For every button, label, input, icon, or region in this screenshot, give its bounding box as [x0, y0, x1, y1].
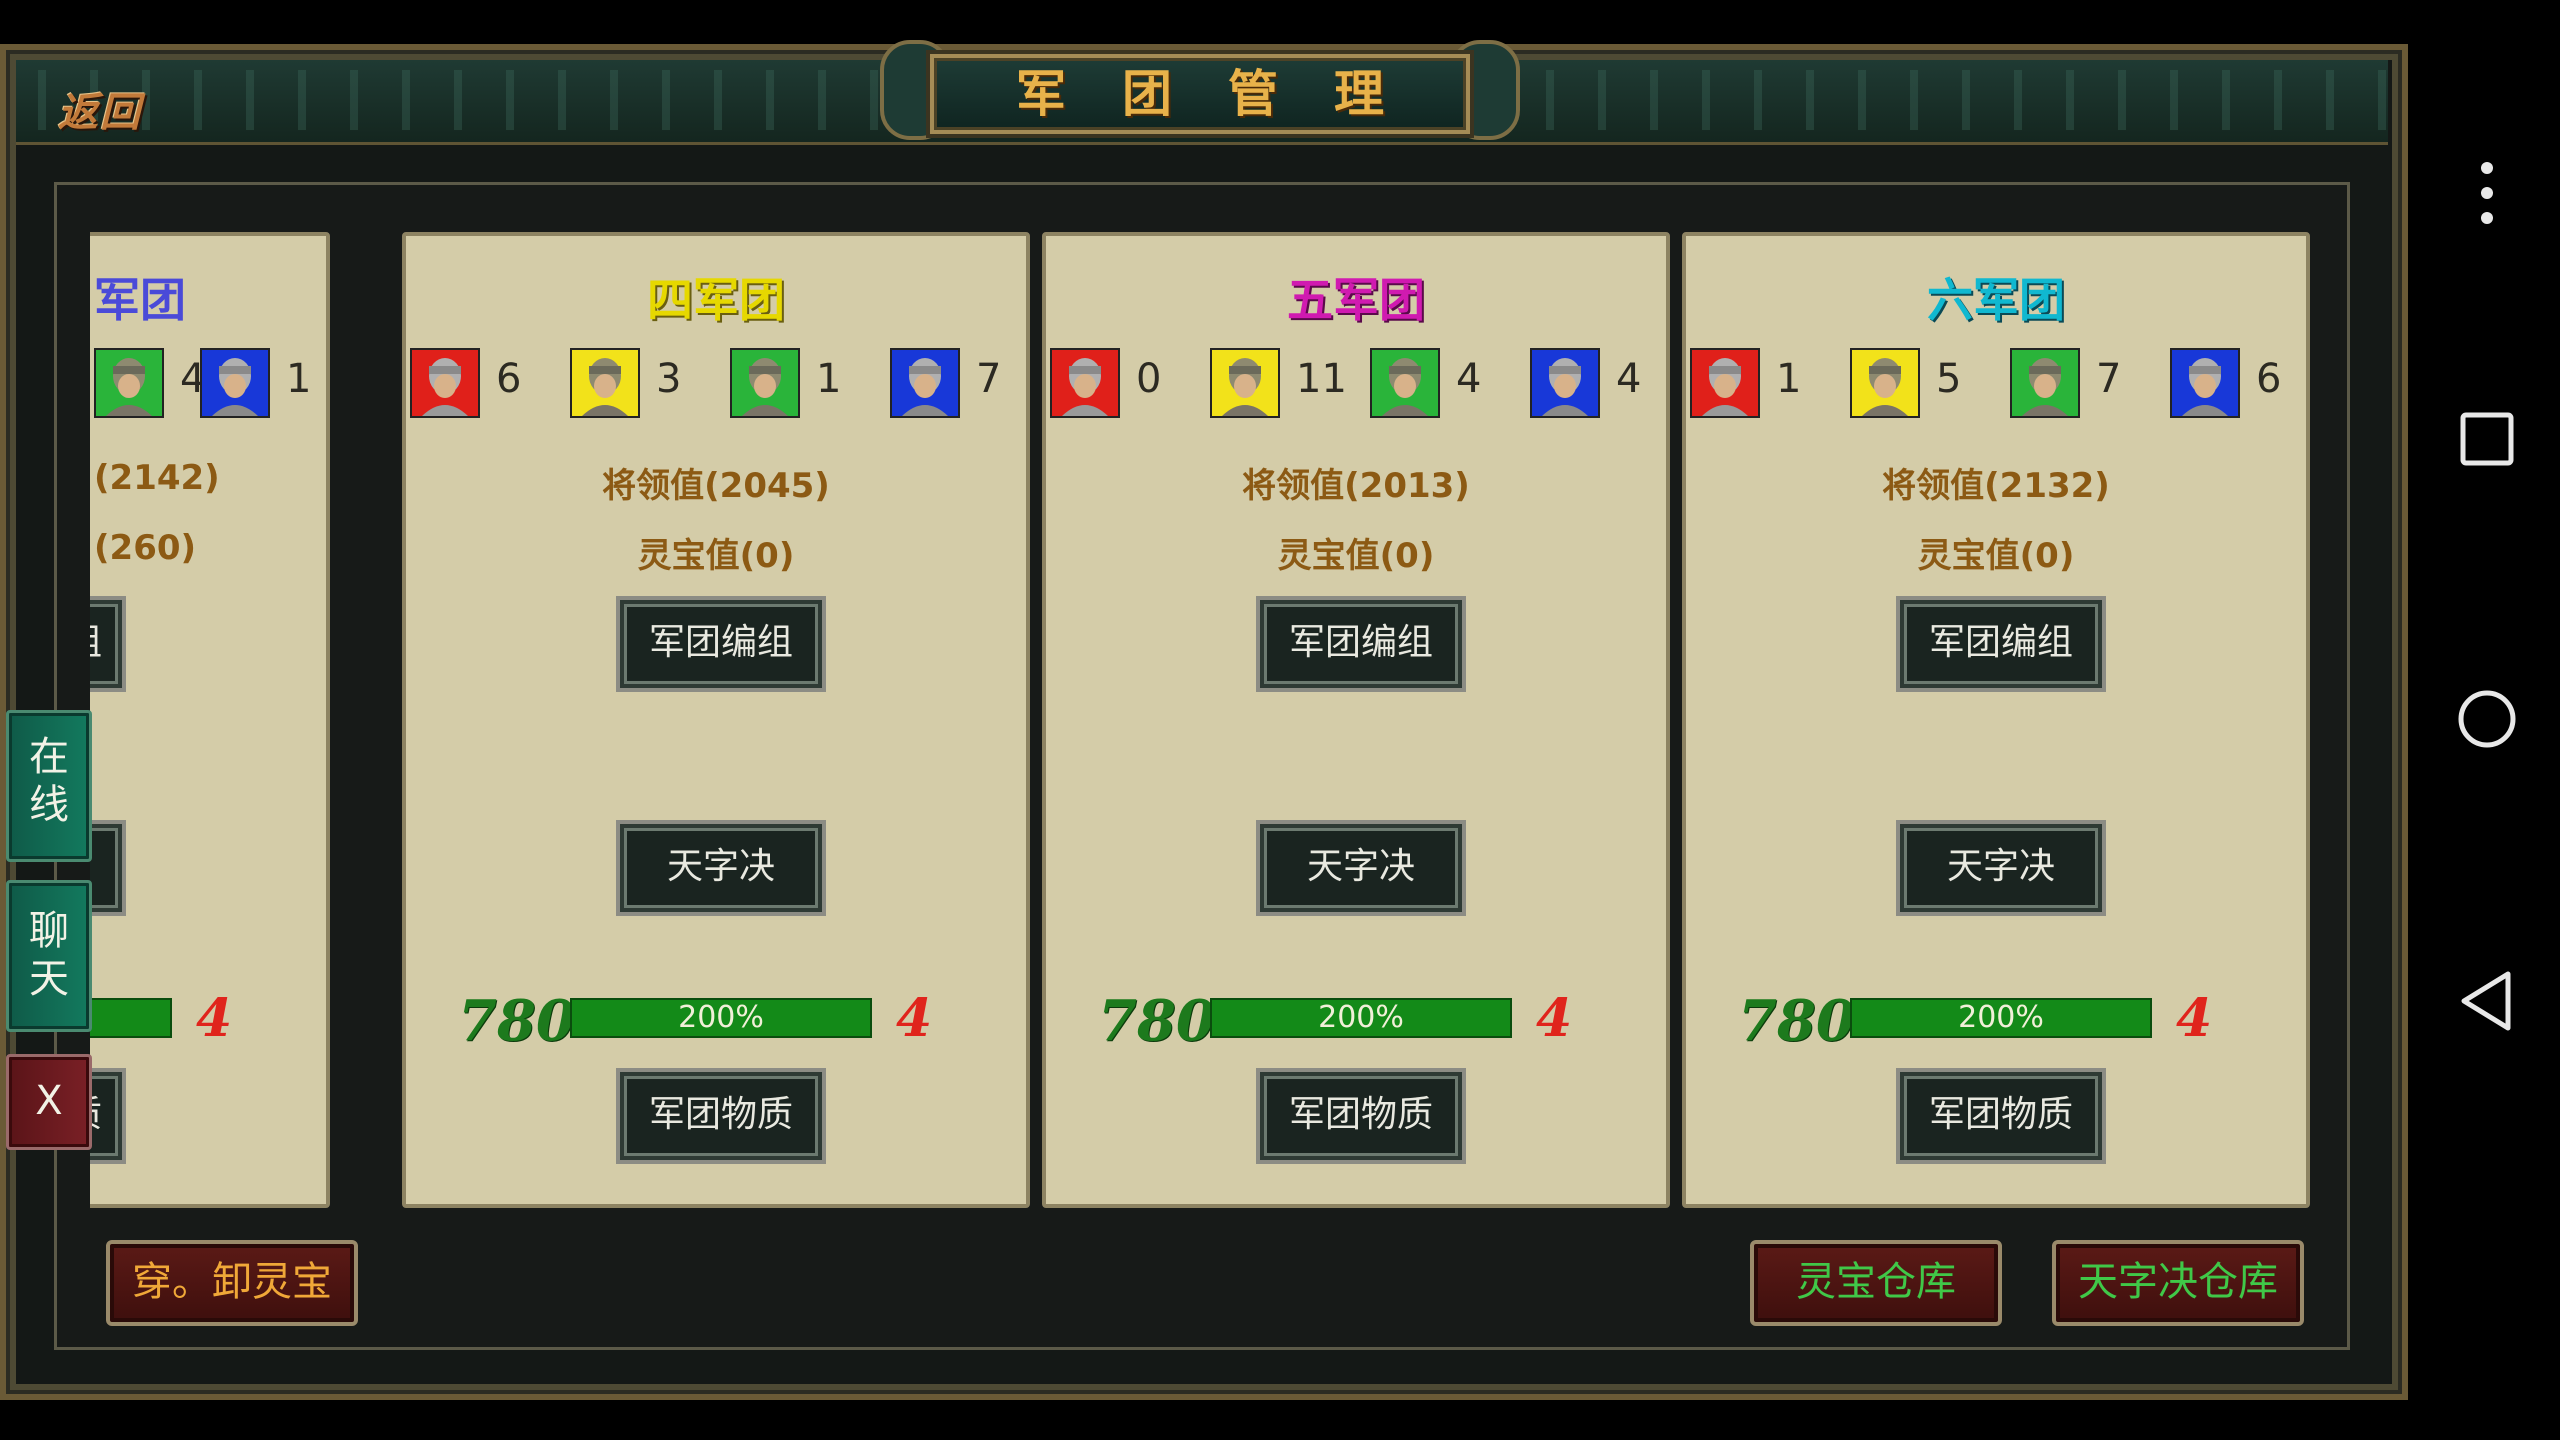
legion-name: 五军团	[1287, 273, 1425, 327]
back-button[interactable]: 返回	[58, 80, 168, 136]
legion-name: 六军团	[1927, 273, 2065, 327]
command-value: 将领值(2132)	[1882, 466, 2110, 506]
lingbao-value: 灵宝值(0)	[637, 536, 795, 576]
command-value: 将领值(2045)	[602, 466, 830, 506]
legion-card-5: 五军团 0 11 4 4 将领值(2013) 灵宝值(0) 军团编组 天字决 7…	[1042, 232, 1670, 1208]
legion-level: 4	[2176, 988, 2213, 1049]
legion-power: 780	[458, 988, 575, 1054]
legion-name: 四军团	[647, 273, 785, 327]
troop-count: 3	[656, 356, 682, 402]
legion-card-4: 四军团 6 3 1 7 将领值(2045) 灵宝值(0) 军团编组 天字决 78…	[402, 232, 1030, 1208]
supply-button[interactable]: 物质	[90, 1068, 126, 1164]
supply-button[interactable]: 军团物质	[616, 1068, 826, 1164]
troop-count: 1	[816, 356, 842, 402]
legion-power: 780	[1738, 988, 1855, 1054]
troop-count: 4	[1616, 356, 1642, 402]
equip-lingbao-button[interactable]: 穿。卸灵宝	[106, 1240, 358, 1326]
troop-count: 0	[1136, 356, 1162, 402]
close-side-button[interactable]: X	[6, 1054, 92, 1150]
formation-button[interactable]: 编组	[90, 596, 126, 692]
soldier-blue-icon	[890, 348, 960, 418]
progress-bar: 200%	[1210, 998, 1512, 1038]
page-title: 军团管理	[1016, 64, 1440, 123]
tianzi-button[interactable]: 天字决	[1896, 820, 2106, 916]
lingbao-value: 灵宝值(0)	[1917, 536, 2075, 576]
command-value: 将领值(2013)	[1242, 466, 1470, 506]
formation-button[interactable]: 军团编组	[616, 596, 826, 692]
supply-button[interactable]: 军团物质	[1256, 1068, 1466, 1164]
troop-count: 6	[2256, 356, 2282, 402]
troop-count: 11	[1296, 356, 1347, 402]
legion-card-carousel[interactable]: 军团 4 1 (2142) (260) 编组 决 % 4 物质 四军团 6 3 …	[90, 228, 2312, 1216]
formation-button[interactable]: 军团编组	[1256, 596, 1466, 692]
online-tab-label: 在线	[29, 734, 69, 828]
troop-count: 6	[496, 356, 522, 402]
recents-square-icon[interactable]	[2452, 404, 2522, 474]
chat-tab-label: 聊天	[29, 908, 69, 1002]
lingbao-value: 灵宝值(0)	[1277, 536, 1435, 576]
progress-bar: %	[90, 998, 172, 1038]
legion-name: 军团	[94, 273, 186, 327]
troop-count: 7	[2096, 356, 2122, 402]
soldier-yellow-icon	[570, 348, 640, 418]
legion-level: 4	[896, 988, 933, 1049]
supply-button[interactable]: 军团物质	[1896, 1068, 2106, 1164]
tianzi-button[interactable]: 天字决	[1256, 820, 1466, 916]
troop-count: 7	[976, 356, 1002, 402]
troop-count: 5	[1936, 356, 1962, 402]
soldier-green-icon	[2010, 348, 2080, 418]
legion-card-3: 军团 4 1 (2142) (260) 编组 决 % 4 物质	[90, 232, 330, 1208]
legion-level: 4	[196, 988, 233, 1049]
troop-count: 4	[1456, 356, 1482, 402]
soldier-blue-icon	[200, 348, 270, 418]
soldier-blue-icon	[2170, 348, 2240, 418]
soldier-red-icon	[1690, 348, 1760, 418]
legion-level: 4	[1536, 988, 1573, 1049]
soldier-green-icon	[1370, 348, 1440, 418]
formation-button[interactable]: 军团编组	[1896, 596, 2106, 692]
troop-count: 1	[1776, 356, 1802, 402]
progress-bar: 200%	[1850, 998, 2152, 1038]
chat-tab[interactable]: 聊天	[6, 880, 92, 1032]
soldier-red-icon	[410, 348, 480, 418]
legion-power: 780	[1098, 988, 1215, 1054]
soldier-yellow-icon	[1850, 348, 1920, 418]
tianzi-storage-button[interactable]: 天字决仓库	[2052, 1240, 2304, 1326]
online-tab[interactable]: 在线	[6, 710, 92, 862]
troop-count: 1	[286, 356, 312, 402]
home-circle-icon[interactable]	[2452, 684, 2522, 754]
lingbao-storage-button[interactable]: 灵宝仓库	[1750, 1240, 2002, 1326]
legion-card-6: 六军团 1 5 7 6 将领值(2132) 灵宝值(0) 军团编组 天字决 78…	[1682, 232, 2310, 1208]
soldier-blue-icon	[1530, 348, 1600, 418]
soldier-red-icon	[1050, 348, 1120, 418]
progress-bar: 200%	[570, 998, 872, 1038]
more-vert-icon[interactable]	[2452, 158, 2522, 228]
soldier-yellow-icon	[1210, 348, 1280, 418]
soldier-green-icon	[730, 348, 800, 418]
soldier-green-icon	[94, 348, 164, 418]
back-triangle-icon[interactable]	[2452, 966, 2522, 1036]
tianzi-button[interactable]: 决	[90, 820, 126, 916]
title-plate: 军团管理	[930, 54, 1470, 134]
tianzi-button[interactable]: 天字决	[616, 820, 826, 916]
